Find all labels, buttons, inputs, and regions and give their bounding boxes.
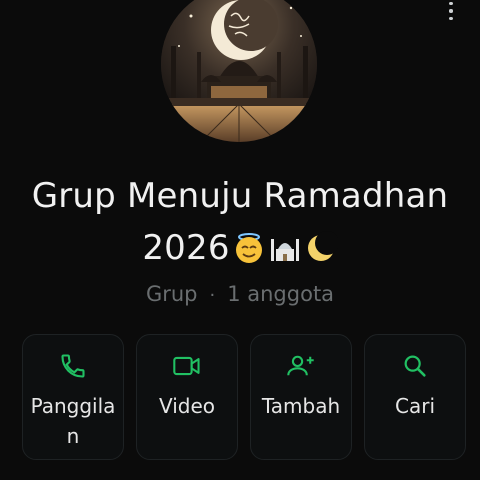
crescent-moon-emoji <box>307 231 338 261</box>
add-member-button-label: Tambah <box>261 394 341 418</box>
phone-icon <box>58 351 88 381</box>
group-avatar[interactable] <box>161 0 317 142</box>
action-buttons-row: Panggilan Video Tambah Cari <box>22 334 466 460</box>
group-name-line2: 2026 <box>142 228 230 268</box>
video-camera-icon <box>172 351 202 381</box>
group-type-label: Grup <box>145 282 198 306</box>
group-name-line2-row: 2026 <box>142 222 338 274</box>
call-button[interactable]: Panggilan <box>22 334 124 460</box>
add-member-button[interactable]: Tambah <box>250 334 352 460</box>
menu-dot <box>449 16 453 20</box>
group-info-screen: Grup Menuju Ramadhan 2026 Grup · 1 anggo… <box>0 0 480 480</box>
call-button-label: Panggilan <box>30 394 116 448</box>
menu-dot <box>449 9 453 13</box>
menu-dot <box>449 2 453 6</box>
separator-dot: · <box>209 285 216 306</box>
group-subtitle: Grup · 1 anggota <box>0 282 480 306</box>
search-button-label: Cari <box>395 394 435 418</box>
video-button[interactable]: Video <box>136 334 238 460</box>
video-button-label: Video <box>158 394 216 418</box>
search-button[interactable]: Cari <box>364 334 466 460</box>
member-count: 1 anggota <box>227 282 335 306</box>
group-name: Grup Menuju Ramadhan 2026 <box>0 170 480 274</box>
add-person-icon <box>286 351 316 381</box>
search-icon <box>400 351 430 381</box>
smiling-face-with-halo-emoji <box>235 233 262 263</box>
more-options-icon[interactable] <box>446 0 456 20</box>
mosque-image <box>161 0 317 142</box>
group-name-line1: Grup Menuju Ramadhan <box>31 176 449 216</box>
mosque-emoji <box>270 239 299 261</box>
